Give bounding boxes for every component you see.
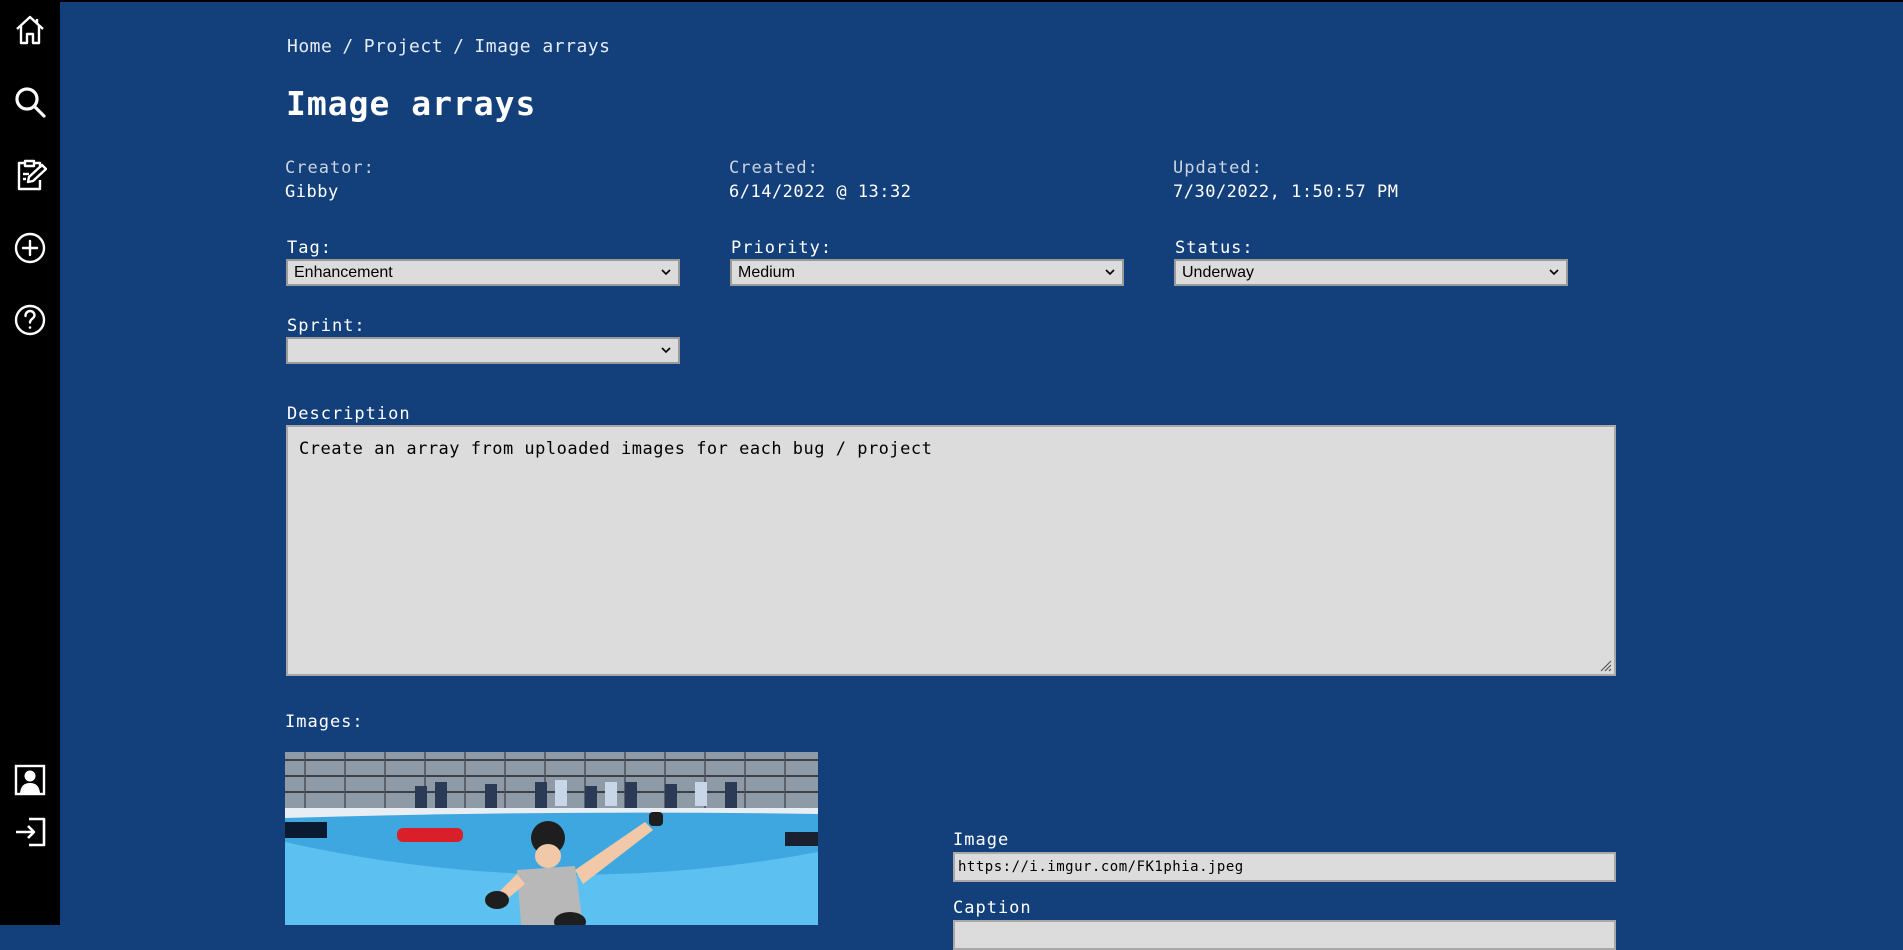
page-title: Image arrays — [286, 84, 537, 123]
image-url-input[interactable]: https://i.imgur.com/FK1phia.jpeg — [953, 852, 1616, 882]
sidebar — [0, 0, 60, 925]
login-icon[interactable] — [13, 815, 47, 849]
edit-clipboard-icon[interactable] — [13, 158, 47, 192]
priority-select-value: Medium — [738, 264, 795, 281]
profile-icon[interactable] — [13, 763, 47, 797]
sprint-select[interactable] — [286, 337, 680, 364]
uploaded-image-thumbnail[interactable] — [285, 752, 818, 925]
priority-select[interactable]: Medium — [730, 259, 1124, 286]
creator-label: Creator: — [285, 158, 375, 178]
created-value: 6/14/2022 @ 13:32 — [729, 182, 912, 202]
status-label: Status: — [1175, 238, 1254, 258]
tag-select-value: Enhancement — [294, 264, 393, 281]
home-icon[interactable] — [13, 13, 47, 47]
caption-label: Caption — [953, 898, 1032, 918]
breadcrumb-home[interactable]: Home — [287, 36, 332, 57]
status-select[interactable]: Underway — [1174, 259, 1568, 286]
tag-label: Tag: — [287, 238, 332, 258]
resize-grip-icon[interactable] — [1598, 658, 1612, 672]
breadcrumb: Home / Project / Image arrays — [287, 36, 611, 57]
chevron-down-icon — [1549, 269, 1559, 276]
creator-value: Gibby — [285, 182, 339, 202]
chevron-down-icon — [661, 269, 671, 276]
chevron-down-icon — [661, 347, 671, 354]
description-text: Create an array from uploaded images for… — [299, 439, 933, 459]
description-textarea[interactable]: Create an array from uploaded images for… — [286, 425, 1616, 676]
main-content: Home / Project / Image arrays Image arrays C… — [60, 0, 1903, 950]
updated-value: 7/30/2022, 1:50:57 PM — [1173, 182, 1399, 202]
images-label: Images: — [285, 712, 364, 732]
status-select-value: Underway — [1182, 264, 1255, 281]
breadcrumb-current: Image arrays — [474, 36, 611, 57]
search-icon[interactable] — [13, 85, 47, 119]
help-icon[interactable] — [13, 303, 47, 337]
tag-select[interactable]: Enhancement — [286, 259, 680, 286]
priority-label: Priority: — [731, 238, 833, 258]
chevron-down-icon — [1105, 269, 1115, 276]
sprint-label: Sprint: — [287, 316, 366, 336]
image-url-label: Image — [953, 830, 1010, 850]
description-label: Description — [287, 404, 411, 424]
image-url-value: https://i.imgur.com/FK1phia.jpeg — [958, 859, 1244, 875]
breadcrumb-project[interactable]: Project — [364, 36, 443, 57]
created-label: Created: — [729, 158, 819, 178]
add-circle-icon[interactable] — [13, 231, 47, 265]
updated-label: Updated: — [1173, 158, 1263, 178]
